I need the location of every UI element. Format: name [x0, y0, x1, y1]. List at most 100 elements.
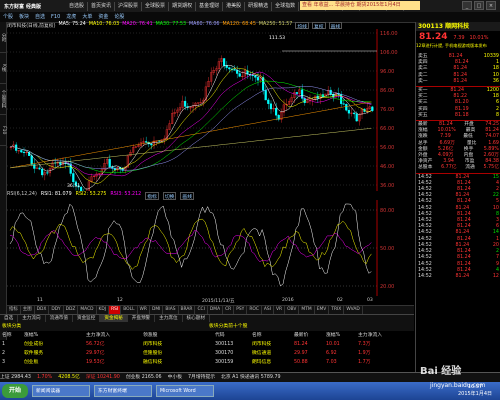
indicator-tab-mtm[interactable]: MTM	[299, 306, 315, 314]
stock-code-name[interactable]: 300113 顺网科技	[416, 22, 500, 31]
rsi-label-2: RSI2: 53.275	[75, 192, 107, 197]
toolbar-item-3[interactable]: F10	[51, 14, 60, 20]
menu-item-6[interactable]: 港美股	[223, 2, 246, 11]
cell-left: 2	[2, 351, 6, 356]
left-tab-1[interactable]: K线	[0, 53, 6, 84]
toolbar-item-6[interactable]: 资金	[98, 13, 108, 20]
ad-banner[interactable]: 查看 年收益... 早晨持仓 期货2015年1月4日	[300, 1, 420, 10]
candle-body	[269, 103, 272, 110]
stat-value: 6.77亿	[441, 165, 457, 171]
menu-item-2[interactable]: 沪深股票	[115, 2, 143, 11]
menu-item-3[interactable]: 全球股票	[142, 2, 170, 11]
indicator-tab-wvad[interactable]: WVAD	[344, 306, 363, 314]
col-left-3: 领涨股	[143, 333, 158, 338]
table-title-right: 板块分类前十个股	[209, 324, 248, 329]
indicator-tab-boll[interactable]: BOLL	[121, 306, 138, 314]
indicator-tab-cr[interactable]: CR	[223, 306, 235, 314]
table-row[interactable]: 3 创业板 19.53亿 融信科技 300159 朗玛信息 50.88 7.03 1.7万	[0, 358, 414, 367]
date-label-3: 2016	[282, 298, 294, 303]
indicator-tab-ddy[interactable]: DDY	[49, 306, 64, 314]
left-tab-0[interactable]: 分时	[0, 22, 6, 53]
indicator-tab-trix[interactable]: TRIX	[329, 306, 345, 314]
toolbar-item-0[interactable]: 个股	[3, 13, 13, 20]
price-axis-label: 36.00	[380, 183, 394, 189]
col-left-0: 名称	[2, 333, 12, 338]
logo-text: 东方财富	[4, 4, 25, 10]
ma-label-0: MA5: 75.24	[58, 22, 86, 27]
rsi-oscillator-chart[interactable]: 80.00 50.00 20.00	[7, 200, 414, 296]
indicator-tab-指标[interactable]: 指标	[7, 306, 21, 314]
start-button[interactable]: 开始	[2, 384, 28, 398]
indicator-tab-kdj[interactable]: KDJ	[97, 306, 110, 314]
toolbar-item-7[interactable]: 论股	[114, 13, 124, 20]
indicator-tab-wr[interactable]: WR	[138, 306, 150, 314]
price-change-pct: 10.01%	[469, 35, 489, 41]
candle-body	[30, 155, 33, 165]
table-row[interactable]: 1 创业成份 56.72亿 闭市科技 300113 闭市科技 81.24 10.01 7.3万	[0, 340, 414, 349]
clock-date: 2015年1月4日	[457, 391, 493, 397]
indicator-tab-emv[interactable]: EMV	[315, 306, 330, 314]
col-left-2: 主力净流入	[86, 333, 110, 338]
menu-item-7[interactable]: 研报精选	[245, 2, 273, 11]
indicator-tab-asi[interactable]: ASI	[262, 306, 275, 314]
indicator-tab-macd[interactable]: MACD	[78, 306, 97, 314]
chart-header-button-1[interactable]: 复权	[311, 22, 326, 30]
table-row[interactable]: 2 软件服务 29.97亿 佳隆股份 300170 微信通道 29.97 6.92 1.9万	[0, 349, 414, 358]
candle-body	[347, 109, 350, 114]
indicator-tab-obv[interactable]: OBV	[285, 306, 300, 314]
indicator-tab-brar[interactable]: BRAR	[179, 306, 196, 314]
rsi-button-1[interactable]: 切换	[162, 192, 177, 200]
sell-price: 81.24	[453, 78, 468, 84]
ma-label-4: MA60: 76.06	[189, 22, 220, 27]
maximize-button[interactable]: □	[474, 1, 484, 10]
price-axis-label: 56.00	[380, 145, 394, 151]
indicator-tab-vr[interactable]: VR	[274, 306, 286, 314]
menu-item-4[interactable]: 期货期权	[169, 2, 197, 11]
taskbar-task-0[interactable]: 新闻阅读器	[32, 385, 90, 397]
price-change: 7.39	[453, 35, 465, 41]
indicator-tab-psy[interactable]: PSY	[234, 306, 248, 314]
candle-body	[238, 73, 241, 77]
indicator-tab-bias[interactable]: BIAS	[163, 306, 179, 314]
menu-item-8[interactable]: 全球指数	[272, 2, 300, 11]
left-tab-2[interactable]: 个股资料	[0, 84, 6, 115]
cell-right: 7.3万	[358, 342, 371, 347]
chart-header-button-0[interactable]: 均线	[295, 22, 309, 30]
candle-body	[222, 58, 226, 66]
menu-item-0[interactable]: 自选股	[66, 2, 89, 11]
indicator-tab-ddz[interactable]: DDZ	[64, 306, 79, 314]
candle-body	[233, 69, 236, 71]
candle-body	[225, 65, 228, 68]
indicator-tab-主图[interactable]: 主图	[21, 306, 35, 314]
cell-left: 佳隆股份	[143, 351, 163, 356]
price-line: 81.24 7.39 10.01%	[416, 32, 500, 42]
sell-label: 卖一	[418, 78, 428, 84]
toolbar-item-4[interactable]: 龙虎	[66, 13, 76, 20]
menu-item-1[interactable]: 首页资讯	[88, 2, 116, 11]
taskbar-task-1[interactable]: 东方财富终端	[94, 385, 152, 397]
toolbar-item-2[interactable]: 自选	[35, 13, 45, 20]
candle-body	[267, 99, 270, 104]
toolbar-item-5[interactable]: 大单	[82, 13, 92, 20]
indicator-tab-dma[interactable]: DMA	[208, 306, 224, 314]
latest-price: 81.24	[419, 32, 448, 42]
indicator-tab-dmi[interactable]: DMI	[150, 306, 164, 314]
taskbar-task-2[interactable]: Microsoft Word	[156, 385, 214, 397]
menu-item-5[interactable]: 基金理财	[196, 2, 224, 11]
candle-body	[275, 107, 278, 116]
candle-body	[329, 89, 332, 95]
candlestick-chart[interactable]: 116.00 106.00 96.00 86.00 76.00 66.00 56.00 46.…	[7, 29, 414, 191]
minimize-button[interactable]: _	[462, 1, 472, 10]
close-button[interactable]: ×	[486, 1, 496, 10]
tick-price: 81.24	[455, 273, 470, 279]
left-tab-3[interactable]: F10	[0, 115, 6, 146]
chart-header-button-2[interactable]: 画线	[328, 22, 343, 30]
rsi-button-2[interactable]: 画线	[180, 192, 195, 200]
indicator-tab-roc[interactable]: ROC	[247, 306, 262, 314]
indicator-tab-cci[interactable]: CCI	[195, 306, 208, 314]
indicator-tab-rsi[interactable]: RSI	[109, 306, 122, 314]
candle-body	[355, 113, 358, 122]
toolbar-item-1[interactable]: 板块	[19, 13, 29, 20]
rsi-button-0[interactable]: 指标	[145, 192, 159, 200]
indicator-tab-ddx[interactable]: DDX	[35, 306, 50, 314]
